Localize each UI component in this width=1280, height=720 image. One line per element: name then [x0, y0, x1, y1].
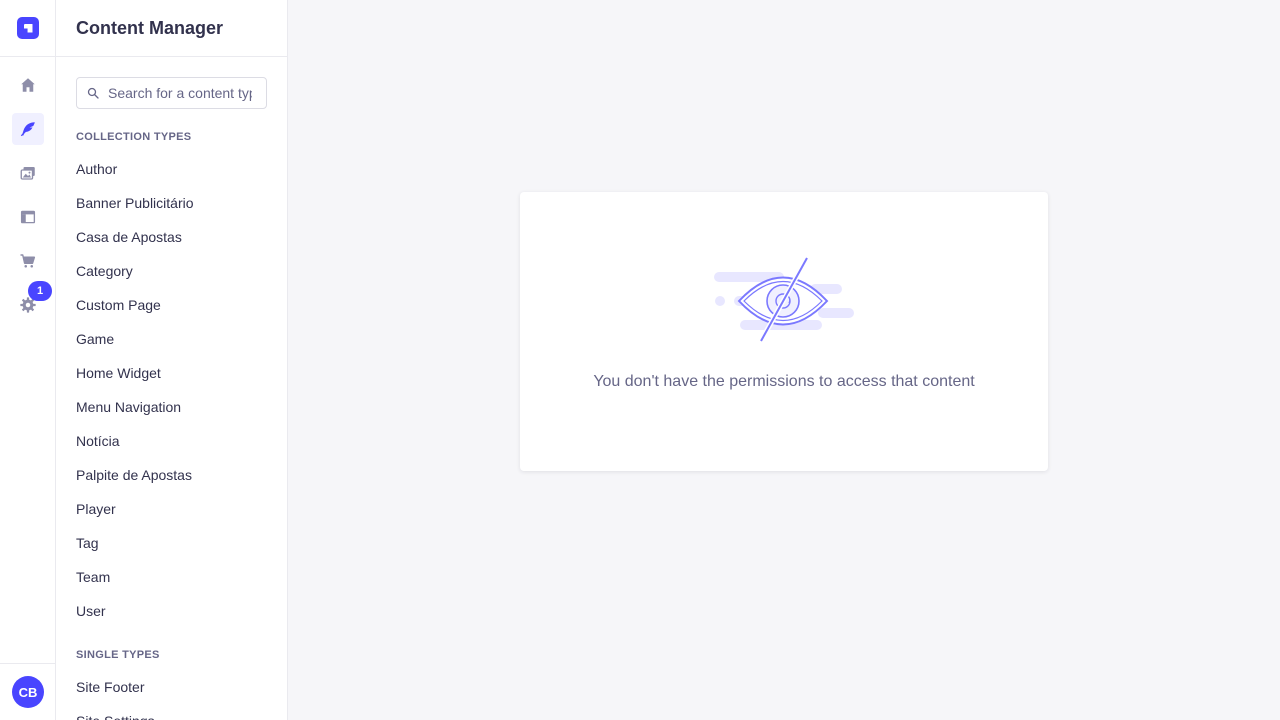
collection-type-item[interactable]: Author	[76, 160, 194, 194]
collection-type-item[interactable]: User	[76, 602, 194, 636]
layout-icon[interactable]	[12, 201, 44, 233]
user-avatar[interactable]: CB	[12, 676, 44, 708]
collection-type-item[interactable]: Menu Navigation	[76, 398, 194, 432]
strapi-logo-icon[interactable]	[17, 17, 39, 39]
sidenav-divider	[56, 56, 287, 57]
no-permissions-message: You don't have the permissions to access…	[593, 373, 975, 390]
collection-types-heading: COLLECTION TYPES	[76, 131, 192, 143]
eye-slash-icon	[714, 256, 854, 343]
collection-type-item[interactable]: Palpite de Apostas	[76, 466, 194, 500]
images-icon[interactable]	[12, 157, 44, 189]
content-manager-sidenav: Content Manager COLLECTION TYPES Author …	[56, 0, 288, 720]
cart-icon[interactable]	[12, 245, 44, 277]
feather-icon[interactable]	[12, 113, 44, 145]
single-types-heading: SINGLE TYPES	[76, 649, 160, 661]
home-icon[interactable]	[12, 69, 44, 101]
search-field[interactable]	[76, 77, 267, 109]
collection-type-item[interactable]: Home Widget	[76, 364, 194, 398]
collection-type-item[interactable]: Game	[76, 330, 194, 364]
collection-type-item[interactable]: Notícia	[76, 432, 194, 466]
main-nav-rail: 1 CB	[0, 0, 56, 720]
single-types-list: Site Footer Site Settings	[76, 678, 155, 720]
collection-type-item[interactable]: Casa de Apostas	[76, 228, 194, 262]
collection-types-list: Author Banner Publicitário Casa de Apost…	[76, 160, 194, 636]
collection-type-item[interactable]: Player	[76, 500, 194, 534]
search-input[interactable]	[108, 85, 252, 101]
settings-notification-badge: 1	[28, 281, 52, 301]
search-icon	[87, 87, 99, 99]
single-type-item[interactable]: Site Footer	[76, 678, 155, 712]
no-permissions-card: You don't have the permissions to access…	[520, 192, 1048, 471]
collection-type-item[interactable]: Custom Page	[76, 296, 194, 330]
collection-type-item[interactable]: Tag	[76, 534, 194, 568]
collection-type-item[interactable]: Team	[76, 568, 194, 602]
rail-divider	[0, 663, 55, 664]
collection-type-item[interactable]: Category	[76, 262, 194, 296]
single-type-item[interactable]: Site Settings	[76, 712, 155, 720]
page-title: Content Manager	[76, 18, 224, 38]
collection-type-item[interactable]: Banner Publicitário	[76, 194, 194, 228]
rail-divider	[0, 56, 55, 57]
